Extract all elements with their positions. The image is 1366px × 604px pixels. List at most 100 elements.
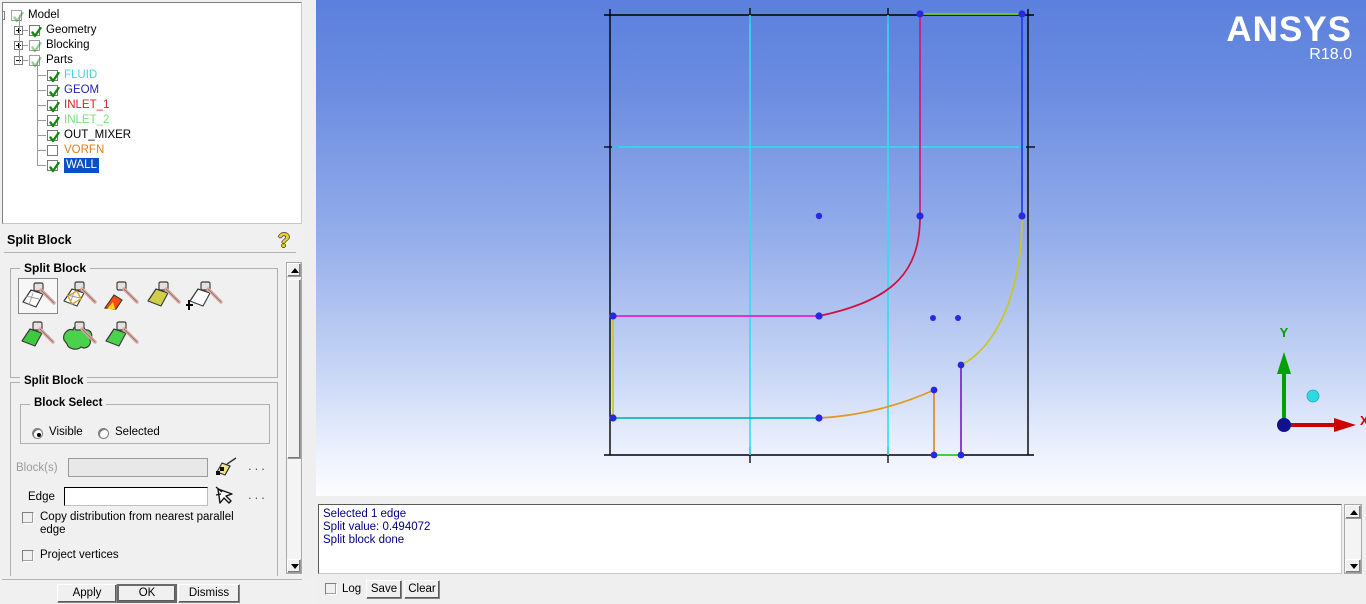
select-blocks-icon[interactable] bbox=[214, 456, 238, 478]
axis-triad: Y X bbox=[1277, 325, 1366, 432]
construction-grid-edges bbox=[612, 15, 1026, 455]
radio-visible-dot bbox=[37, 433, 41, 437]
block-select-title: Block Select bbox=[30, 397, 107, 409]
panel-title: Split Block bbox=[7, 233, 72, 247]
blocking-geometry-display: Y X bbox=[604, 8, 1366, 463]
split-block-ogrid-icon[interactable] bbox=[60, 278, 100, 314]
triad-y-label: Y bbox=[1280, 325, 1289, 340]
scroll-up-button[interactable] bbox=[287, 263, 301, 277]
message-scroll-up-button[interactable] bbox=[1345, 505, 1361, 519]
radio-selected[interactable] bbox=[98, 428, 109, 439]
message-log-textarea[interactable]: Selected 1 edge Split value: 0.494072 Spli… bbox=[318, 504, 1342, 574]
tree-expander-icon[interactable] bbox=[3, 11, 5, 20]
split-block-green-icon[interactable] bbox=[18, 318, 58, 354]
tree-checkbox[interactable] bbox=[47, 70, 60, 83]
split-block-unstruct-icon[interactable] bbox=[60, 318, 100, 354]
tree-item-geometry[interactable]: Geometry bbox=[3, 23, 301, 38]
save-log-button[interactable]: Save bbox=[366, 580, 402, 599]
split-block-face-icon[interactable] bbox=[144, 278, 184, 314]
tree-item-label[interactable]: OUT_MIXER bbox=[64, 128, 131, 143]
tree-item-model[interactable]: Model bbox=[3, 8, 301, 23]
tree-checkbox[interactable] bbox=[29, 40, 42, 53]
tree-item-inlet_1[interactable]: INLET_1 bbox=[3, 98, 301, 113]
scroll-down-button[interactable] bbox=[287, 559, 301, 573]
ok-button[interactable]: OK bbox=[117, 584, 177, 603]
tree-item-label[interactable]: GEOM bbox=[64, 83, 99, 98]
clear-log-button[interactable]: Clear bbox=[404, 580, 440, 599]
tree-item-inlet_2[interactable]: INLET_2 bbox=[3, 113, 301, 128]
split-block-settings-body: Split Block Split Block Block Select Vis… bbox=[2, 256, 304, 576]
message-toolbar: Log Save Clear bbox=[316, 578, 1366, 604]
panel-button-bar: Apply OK Dismiss bbox=[0, 578, 316, 604]
split-block-extend-icon[interactable] bbox=[186, 278, 226, 314]
top-right-edges bbox=[920, 13, 1023, 216]
tree-checkbox[interactable] bbox=[47, 160, 60, 173]
tree-item-parts[interactable]: Parts bbox=[3, 53, 301, 68]
tree-checkbox[interactable] bbox=[11, 10, 24, 23]
left-control-column: Model Geometry Blocking Parts FLUID GEOM INLET… bbox=[0, 0, 316, 604]
blocks-more-dots[interactable]: ... bbox=[248, 458, 268, 473]
graphics-viewport[interactable]: Y X ANSYS R18.0 bbox=[316, 0, 1366, 496]
message-area: Selected 1 edge Split value: 0.494072 Spli… bbox=[316, 500, 1366, 604]
tree-checkbox[interactable] bbox=[47, 115, 60, 128]
tree-checkbox[interactable] bbox=[47, 145, 58, 156]
tree-checkbox[interactable] bbox=[47, 100, 60, 113]
tree-item-vorfn[interactable]: VORFN bbox=[3, 143, 301, 158]
tree-checkbox[interactable] bbox=[47, 130, 60, 143]
tree-item-label[interactable]: Model bbox=[28, 8, 59, 23]
button-bar-divider bbox=[2, 579, 302, 580]
block-select-group: Block Select bbox=[20, 397, 270, 444]
split-block-panel-header: Split Block ? bbox=[0, 228, 304, 255]
dismiss-button[interactable]: Dismiss bbox=[178, 584, 240, 603]
tree-item-wall[interactable]: WALL bbox=[3, 158, 301, 173]
edge-field-label: Edge bbox=[28, 491, 55, 503]
question-mark-help-icon[interactable]: ? bbox=[274, 231, 294, 253]
lower-inner-edges bbox=[613, 365, 962, 456]
copy-distribution-checkbox[interactable] bbox=[22, 512, 34, 524]
message-line: Split value: 0.494072 bbox=[323, 521, 431, 533]
ansys-logo: ANSYS R18.0 bbox=[1226, 12, 1352, 64]
scrollbar-thumb[interactable] bbox=[287, 279, 301, 459]
message-scroll-down-button[interactable] bbox=[1345, 559, 1361, 573]
tree-checkbox[interactable] bbox=[47, 85, 60, 98]
split-block-scrollbar[interactable] bbox=[286, 262, 302, 574]
tree-checkbox[interactable] bbox=[29, 25, 42, 38]
blocks-input[interactable] bbox=[68, 458, 208, 477]
model-tree-panel[interactable]: Model Geometry Blocking Parts FLUID GEOM INLET… bbox=[2, 2, 302, 224]
apply-button[interactable]: Apply bbox=[57, 584, 117, 603]
tree-item-label[interactable]: Parts bbox=[46, 53, 73, 68]
tree-checkbox[interactable] bbox=[29, 55, 42, 68]
tree-item-label[interactable]: Blocking bbox=[46, 38, 89, 53]
tree-item-fluid[interactable]: FLUID bbox=[3, 68, 301, 83]
split-block-icon[interactable] bbox=[18, 278, 58, 314]
log-label[interactable]: Log bbox=[342, 583, 361, 596]
tree-item-label[interactable]: INLET_1 bbox=[64, 98, 109, 113]
tree-item-label[interactable]: Geometry bbox=[46, 23, 97, 38]
radio-visible-label[interactable]: Visible bbox=[49, 426, 83, 438]
tree-item-geom[interactable]: GEOM bbox=[3, 83, 301, 98]
tree-item-label[interactable]: VORFN bbox=[64, 143, 104, 158]
tree-item-label[interactable]: FLUID bbox=[64, 68, 97, 83]
tree-item-out_mixer[interactable]: OUT_MIXER bbox=[3, 128, 301, 143]
message-scrollbar[interactable] bbox=[1344, 504, 1362, 574]
edge-input[interactable] bbox=[64, 487, 208, 506]
tree-item-blocking[interactable]: Blocking bbox=[3, 38, 301, 53]
split-block-merge-icon[interactable] bbox=[102, 318, 142, 354]
project-vertices-label[interactable]: Project vertices bbox=[40, 549, 119, 562]
log-checkbox[interactable] bbox=[325, 583, 337, 595]
message-line: Split block done bbox=[323, 534, 405, 546]
settings-group-title: Split Block bbox=[20, 375, 88, 387]
block-vertices bbox=[609, 10, 1026, 459]
radio-selected-label[interactable]: Selected bbox=[115, 426, 160, 438]
radio-visible[interactable] bbox=[32, 428, 43, 439]
blocks-field-label: Block(s) bbox=[16, 462, 58, 474]
tree-item-label[interactable]: INLET_2 bbox=[64, 113, 109, 128]
project-vertices-checkbox[interactable] bbox=[22, 550, 34, 562]
select-edge-cursor-icon[interactable] bbox=[214, 485, 238, 507]
header-divider bbox=[4, 252, 296, 253]
tree-item-label[interactable]: WALL bbox=[64, 158, 99, 173]
edge-more-dots[interactable]: ... bbox=[248, 487, 268, 502]
tree-connector bbox=[37, 63, 38, 158]
copy-distribution-label[interactable]: Copy distribution from nearest parallel … bbox=[40, 511, 240, 537]
split-block-2d-icon[interactable] bbox=[102, 278, 142, 314]
